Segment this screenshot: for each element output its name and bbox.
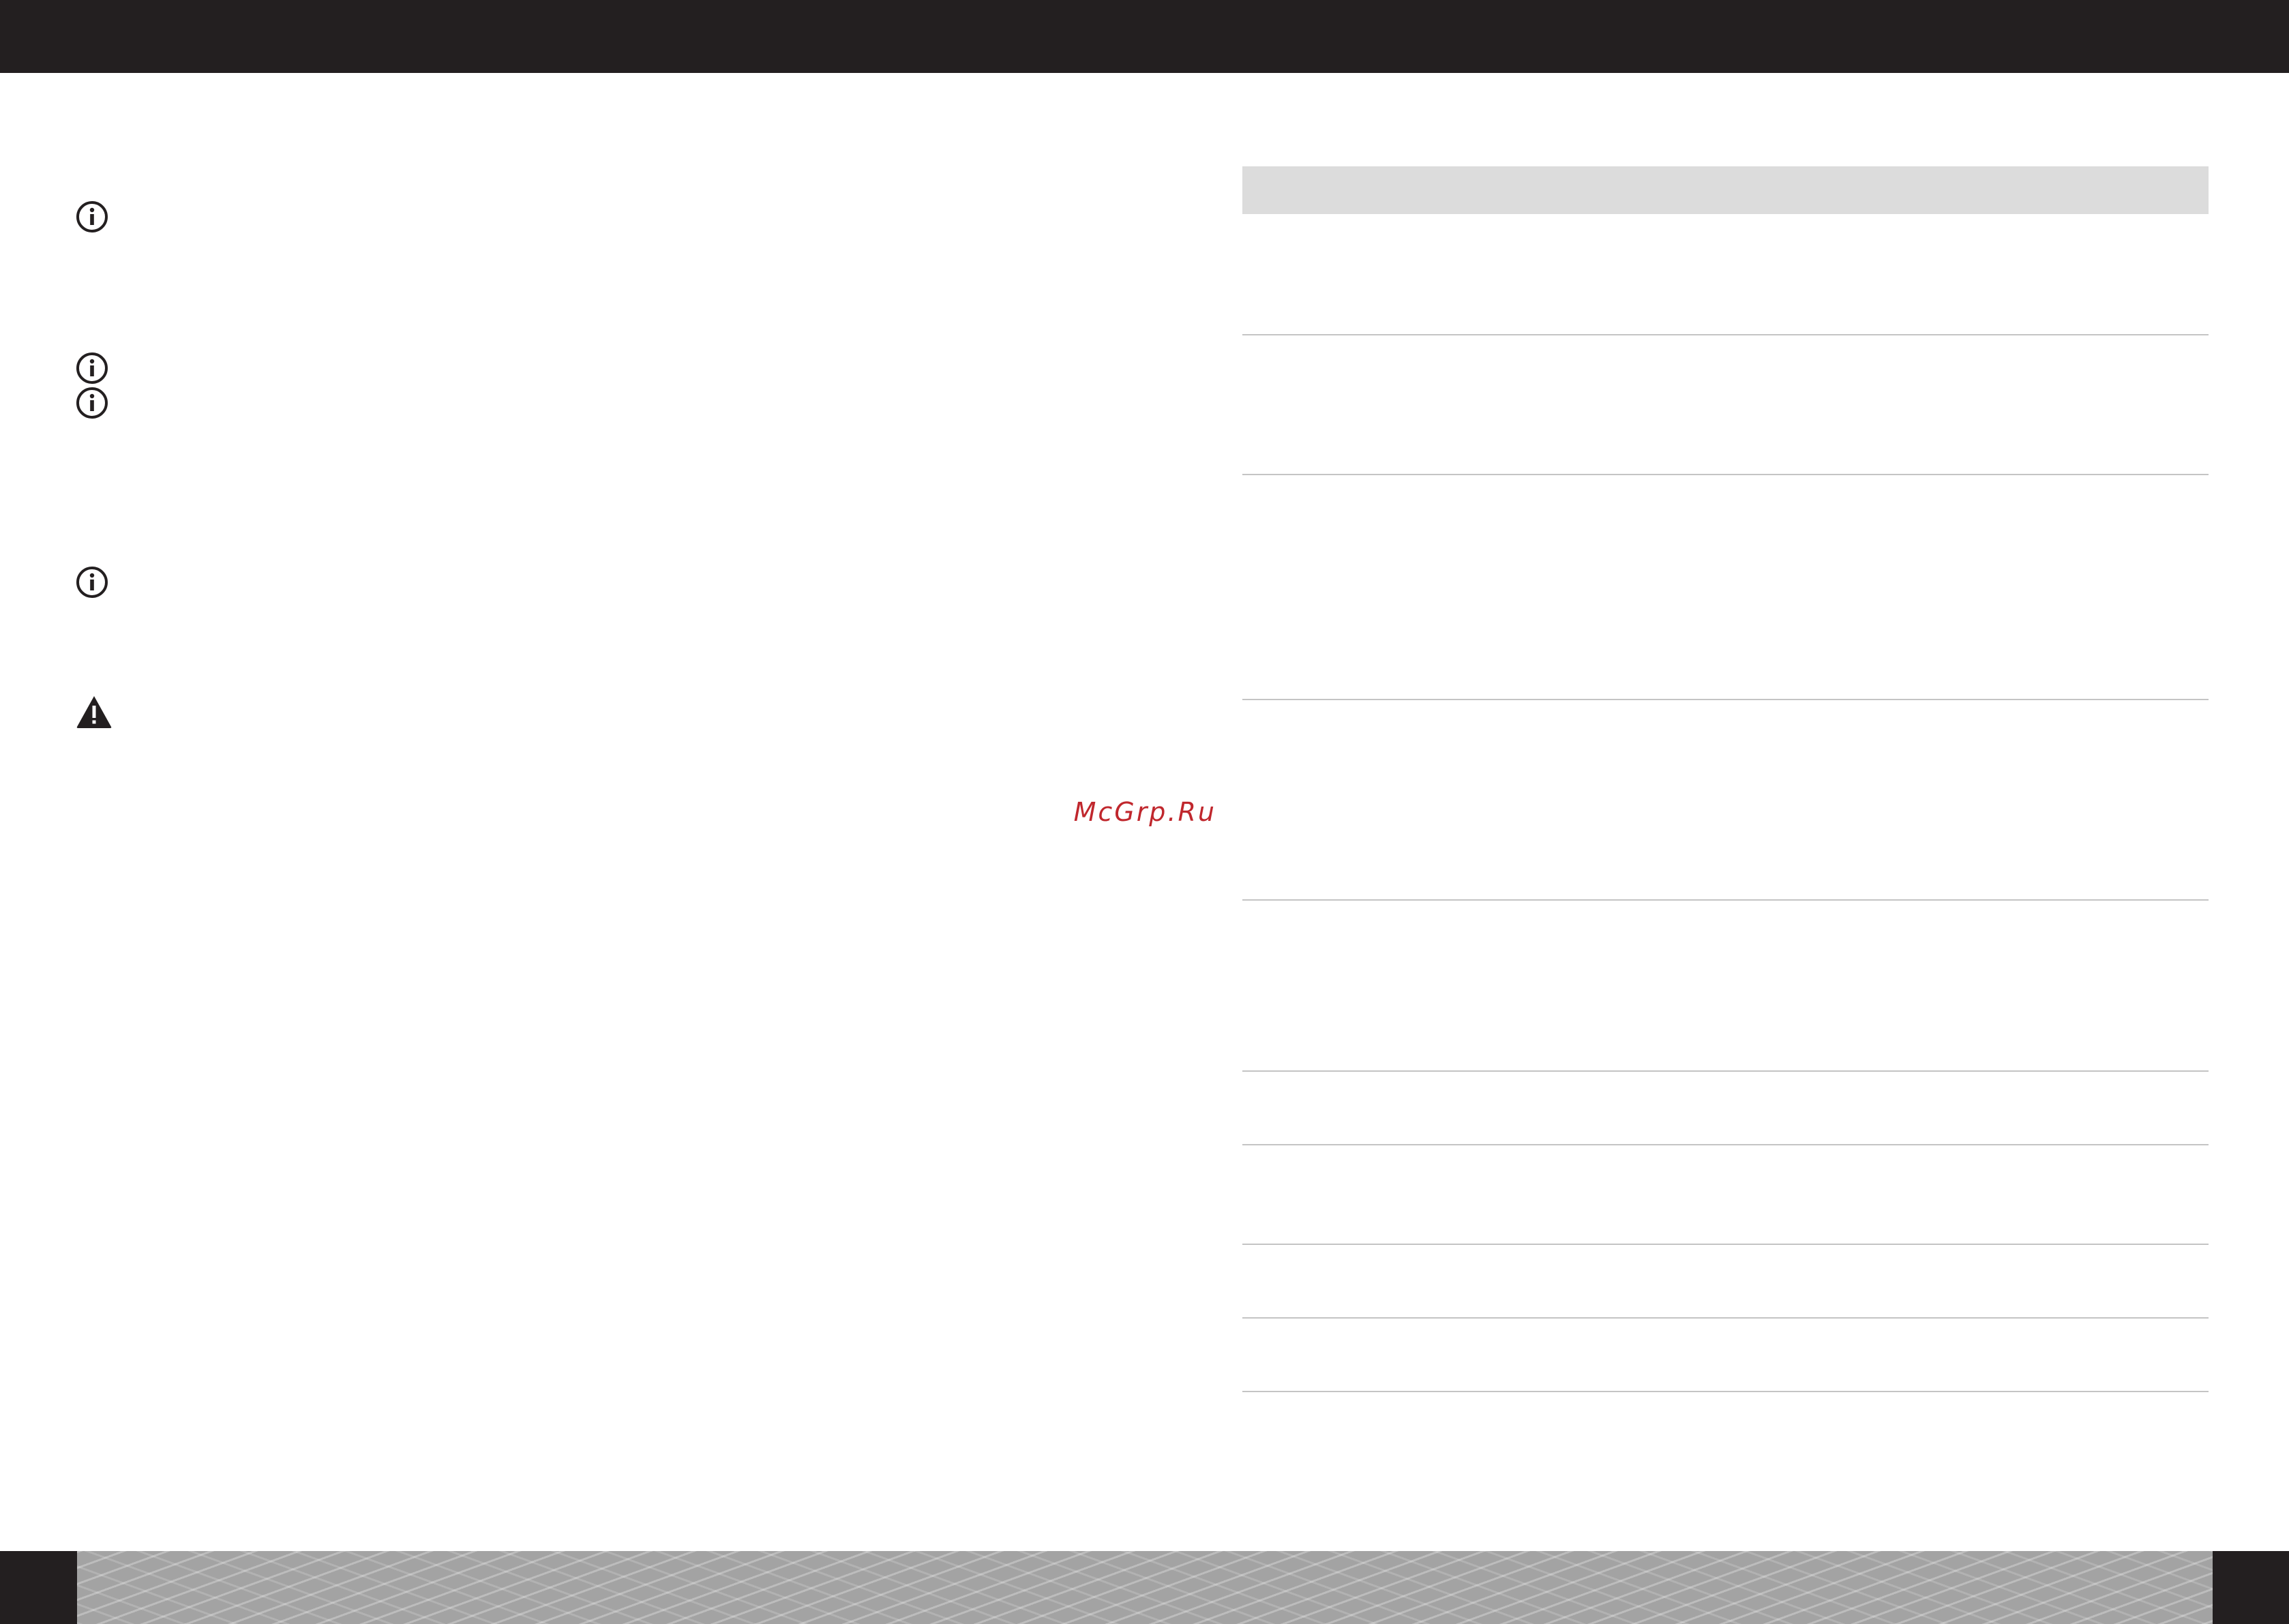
table-row (1242, 214, 2209, 335)
table-row (1242, 1245, 2209, 1319)
table-row (1242, 475, 2209, 700)
info-icon (76, 201, 108, 232)
table-row (1242, 335, 2209, 475)
top-bar (0, 0, 2289, 73)
table-row (1242, 1145, 2209, 1245)
warning-icon (76, 696, 112, 728)
table-row (1242, 901, 2209, 1072)
watermark: McGrp.Ru (1073, 797, 1216, 827)
info-icon (76, 567, 108, 598)
info-icon (76, 387, 108, 419)
footer-pattern (77, 1551, 2213, 1624)
info-icon (76, 352, 108, 384)
spec-table (1242, 166, 2209, 1392)
footer-bar (0, 1551, 2289, 1624)
table-header (1242, 166, 2209, 214)
table-row (1242, 700, 2209, 901)
table-row (1242, 1319, 2209, 1392)
table-row (1242, 1072, 2209, 1145)
